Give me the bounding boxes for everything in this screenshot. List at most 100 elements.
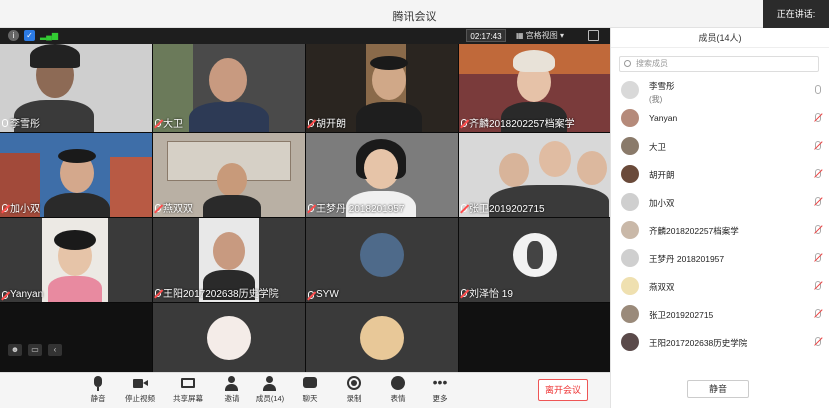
member-row[interactable]: 齐麟2018202257档案学: [621, 218, 821, 242]
video-tile[interactable]: 齐麟2018202257档案学: [459, 44, 610, 132]
mic-muted-icon[interactable]: [815, 113, 821, 122]
chat-bubble-icon[interactable]: ▭: [28, 344, 42, 356]
mic-muted-icon: [461, 203, 467, 212]
video-tile[interactable]: 大卫: [153, 44, 305, 132]
stop-video-button[interactable]: 停止视频: [120, 376, 160, 404]
member-row[interactable]: Yanyan: [621, 106, 821, 130]
member-name: 大卫: [649, 142, 667, 152]
record-button[interactable]: 录制: [334, 376, 374, 404]
member-row[interactable]: 加小双: [621, 190, 821, 214]
mute-label: 静音: [90, 394, 106, 403]
member-name: 胡开朗: [649, 170, 675, 180]
mic-muted-icon[interactable]: [815, 253, 821, 262]
mic-muted-icon: [308, 203, 314, 212]
member-avatar: [621, 165, 639, 183]
video-tile[interactable]: 燕双双: [153, 133, 305, 217]
video-tile[interactable]: [459, 303, 610, 372]
mic-muted-icon[interactable]: [815, 141, 821, 150]
info-icon[interactable]: i: [8, 30, 19, 41]
member-search-input[interactable]: 搜索成员: [619, 56, 819, 72]
participant-name: 李雪彤: [10, 119, 40, 130]
leave-meeting-button[interactable]: 离开会议: [538, 379, 588, 401]
grid-view-label: 宫格视图 ▾: [525, 31, 565, 40]
mic-muted-icon: [155, 288, 161, 297]
participant-name: SYW: [316, 289, 339, 300]
video-tile[interactable]: [0, 303, 152, 372]
member-name: 燕双双: [649, 282, 675, 292]
participant-avatar: [360, 232, 404, 277]
more-button[interactable]: ••• 更多: [420, 374, 460, 404]
share-screen-button[interactable]: 共享屏幕: [168, 376, 208, 404]
mic-muted-icon[interactable]: [815, 197, 821, 206]
mute-all-button[interactable]: 静音: [687, 380, 749, 398]
mute-button[interactable]: 静音: [78, 376, 118, 404]
member-name: 李雪彤: [649, 81, 675, 91]
shield-icon[interactable]: ✓: [24, 30, 35, 41]
mic-muted-icon: [2, 203, 8, 212]
fullscreen-icon[interactable]: [588, 30, 599, 41]
member-row[interactable]: 李雪彤 (我): [621, 78, 821, 104]
members-label: 成员(14): [255, 394, 285, 403]
member-row[interactable]: 胡开朗: [621, 162, 821, 186]
mic-muted-icon[interactable]: [815, 337, 821, 346]
mic-muted-icon[interactable]: [815, 225, 821, 234]
video-grid: 李雪彤 大卫 胡开朗 齐麟2018202257档案学 加小双 燕双双 王梦丹 2…: [0, 44, 610, 372]
grid-icon: ▦: [516, 31, 526, 40]
video-tile[interactable]: [306, 303, 458, 372]
grid-view-button[interactable]: ▦ 宫格视图 ▾: [516, 29, 564, 42]
meeting-toolbar: 静音 停止视频 共享屏幕 邀请 成员(14) 聊天 录制 表情 ••• 更多 离…: [0, 372, 610, 408]
video-tile[interactable]: SYW: [306, 218, 458, 302]
mic-muted-icon[interactable]: [815, 169, 821, 178]
participant-name: 刘泽怡 19: [469, 289, 513, 300]
member-name: 加小双: [649, 198, 675, 208]
member-row[interactable]: 张卫2019202715: [621, 302, 821, 326]
member-avatar: [621, 137, 639, 155]
member-self-tag: (我): [649, 95, 663, 104]
meeting-info-bar: i ✓ ▂▄▆ 02:17:43 ▦ 宫格视图 ▾: [0, 28, 610, 44]
video-tile[interactable]: 刘泽怡 19: [459, 218, 610, 302]
video-tile[interactable]: [153, 303, 305, 372]
more-dots-icon: •••: [432, 374, 448, 390]
invite-button[interactable]: 邀请: [212, 376, 252, 404]
member-row[interactable]: 大卫: [621, 134, 821, 158]
member-row[interactable]: 燕双双: [621, 274, 821, 298]
grid-controls: ☻ ▭ ‹: [8, 344, 62, 356]
stop-video-label: 停止视频: [125, 394, 155, 403]
video-tile[interactable]: 张卫2019202715: [459, 133, 610, 217]
mic-muted-icon[interactable]: [815, 281, 821, 290]
video-tile[interactable]: 王梦丹 2018201957: [306, 133, 458, 217]
mic-icon[interactable]: [815, 85, 821, 94]
video-tile[interactable]: 加小双: [0, 133, 152, 217]
collapse-arrow-icon[interactable]: ‹: [48, 344, 62, 356]
emoji-reaction-icon[interactable]: ☻: [8, 344, 22, 356]
participant-name: 加小双: [10, 204, 40, 215]
speaking-indicator: 正在讲话:: [763, 0, 829, 28]
member-avatar: [621, 193, 639, 211]
participant-avatar: [360, 315, 404, 360]
share-screen-label: 共享屏幕: [173, 394, 203, 403]
member-avatar: [621, 305, 639, 323]
participant-name: 张卫2019202715: [469, 204, 545, 215]
member-avatar: [621, 81, 639, 99]
video-tile[interactable]: 王阳2017202638历史学院: [153, 218, 305, 302]
mic-icon: [2, 118, 8, 127]
meeting-timer: 02:17:43: [466, 29, 506, 42]
participant-name: 燕双双: [163, 204, 193, 215]
invite-label: 邀请: [224, 394, 240, 403]
mic-muted-icon[interactable]: [815, 309, 821, 318]
mic-muted-icon: [461, 118, 467, 127]
member-row[interactable]: 王阳2017202638历史学院: [621, 330, 821, 354]
participant-avatar: [512, 232, 557, 277]
video-tile[interactable]: 胡开朗: [306, 44, 458, 132]
emoji-button[interactable]: 表情: [378, 376, 418, 404]
member-name: 王阳2017202638历史学院: [649, 338, 748, 348]
members-panel-title: 成员(14人): [611, 28, 829, 48]
members-button[interactable]: 成员(14): [250, 376, 290, 404]
signal-icon[interactable]: ▂▄▆: [40, 30, 58, 41]
chat-button[interactable]: 聊天: [290, 376, 330, 404]
member-avatar: [621, 109, 639, 127]
video-tile[interactable]: Yanyan: [0, 218, 152, 302]
mic-muted-icon: [2, 290, 8, 299]
member-row[interactable]: 王梦丹 2018201957: [621, 246, 821, 270]
video-tile[interactable]: 李雪彤: [0, 44, 152, 132]
